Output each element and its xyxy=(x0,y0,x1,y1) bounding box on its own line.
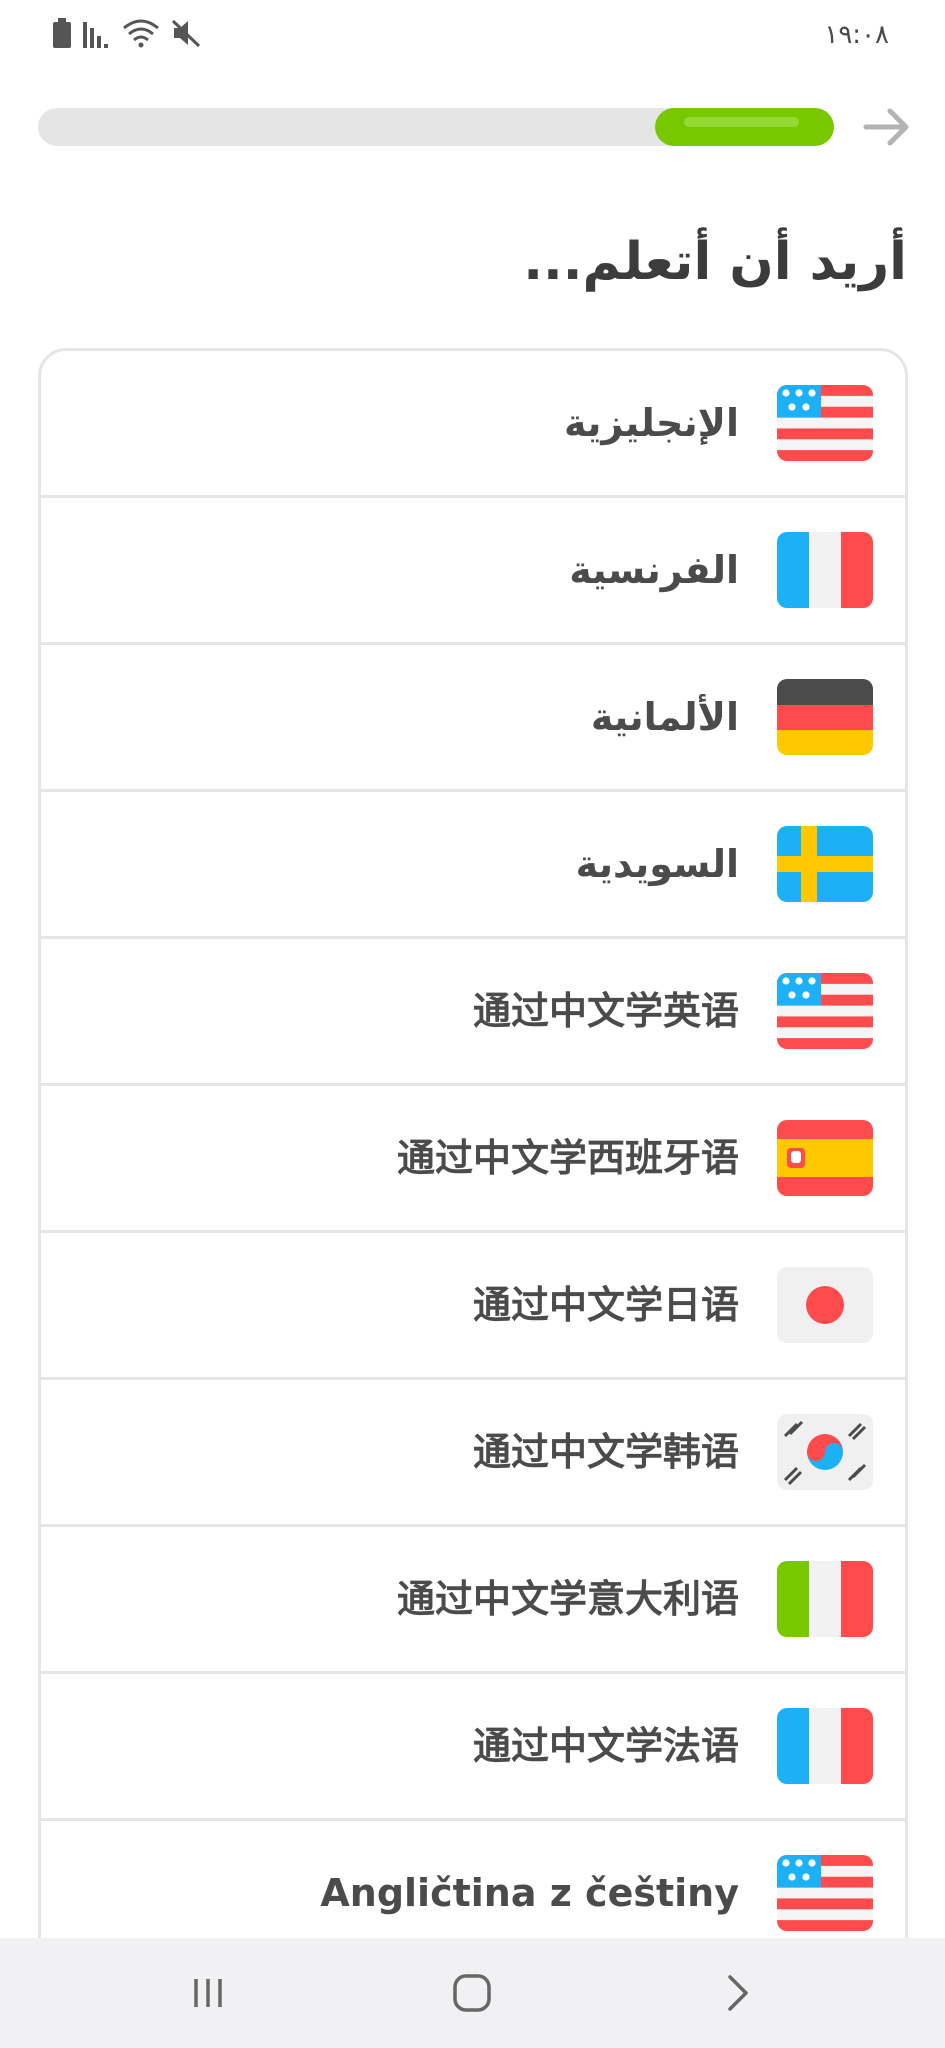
language-option[interactable]: الألمانية xyxy=(41,645,905,792)
italy-flag-icon xyxy=(777,1561,873,1637)
battery-icon xyxy=(52,18,72,52)
language-option-label: 通过中文学英语 xyxy=(472,989,739,1033)
language-option[interactable]: الإنجليزية xyxy=(41,351,905,498)
germany-flag-icon xyxy=(777,679,873,755)
language-option-label: الألمانية xyxy=(590,695,739,739)
language-option-label: 通过中文学西班牙语 xyxy=(396,1136,739,1180)
progress-bar xyxy=(38,108,834,146)
language-option-label: Angličtina z češtiny xyxy=(320,1871,739,1915)
progress-bar-shine xyxy=(684,117,799,127)
language-option[interactable]: 通过中文学日语 xyxy=(41,1233,905,1380)
language-option-label: 通过中文学法语 xyxy=(472,1724,739,1768)
language-option[interactable]: السويدية xyxy=(41,792,905,939)
spain-flag-icon xyxy=(777,1120,873,1196)
language-option[interactable]: 通过中文学西班牙语 xyxy=(41,1086,905,1233)
arrow-right-icon xyxy=(863,108,909,146)
language-option-label: 通过中文学意大利语 xyxy=(396,1577,739,1621)
page-title: أريد أن أتعلم... xyxy=(523,232,907,292)
us-flag-icon xyxy=(777,385,873,461)
language-option-label: الفرنسية xyxy=(569,548,739,592)
signal-icon xyxy=(82,18,112,52)
progress-bar-fill xyxy=(655,108,834,146)
japan-flag-icon xyxy=(777,1267,873,1343)
language-option[interactable]: 通过中文学意大利语 xyxy=(41,1527,905,1674)
language-option-label: السويدية xyxy=(575,842,739,886)
recent-apps-icon xyxy=(194,1979,222,2007)
home-icon xyxy=(453,1974,491,2012)
language-option-label: الإنجليزية xyxy=(564,401,739,445)
language-option[interactable]: 通过中文学法语 xyxy=(41,1674,905,1821)
back-button[interactable] xyxy=(708,1963,768,2023)
france-flag-icon xyxy=(777,532,873,608)
korea-flag-icon xyxy=(777,1414,873,1490)
sweden-flag-icon xyxy=(777,826,873,902)
wifi-icon xyxy=(122,18,160,52)
forward-arrow-button[interactable] xyxy=(859,102,915,152)
language-option[interactable]: 通过中文学英语 xyxy=(41,939,905,1086)
progress-row xyxy=(0,100,945,160)
status-time: ١٩:٠٨ xyxy=(824,20,889,50)
status-icons xyxy=(52,18,202,52)
home-button[interactable] xyxy=(442,1963,502,2023)
language-option[interactable]: 通过中文学韩语 xyxy=(41,1380,905,1527)
recent-apps-button[interactable] xyxy=(178,1963,238,2023)
language-list: الإنجليزية الفرنسية الألمانية السويدية 通过中文学… xyxy=(38,348,908,1938)
language-option-label: 通过中文学韩语 xyxy=(472,1430,739,1474)
system-navbar xyxy=(0,1938,945,2048)
us-flag-icon xyxy=(777,1855,873,1931)
mute-icon xyxy=(170,18,202,52)
language-option[interactable]: الفرنسية xyxy=(41,498,905,645)
france-flag-icon xyxy=(777,1708,873,1784)
us-flag-icon xyxy=(777,973,873,1049)
status-bar: ١٩:٠٨ xyxy=(0,0,945,70)
language-option[interactable]: Angličtina z češtiny xyxy=(41,1821,905,1938)
back-icon xyxy=(728,1975,748,2011)
language-option-label: 通过中文学日语 xyxy=(472,1283,739,1327)
